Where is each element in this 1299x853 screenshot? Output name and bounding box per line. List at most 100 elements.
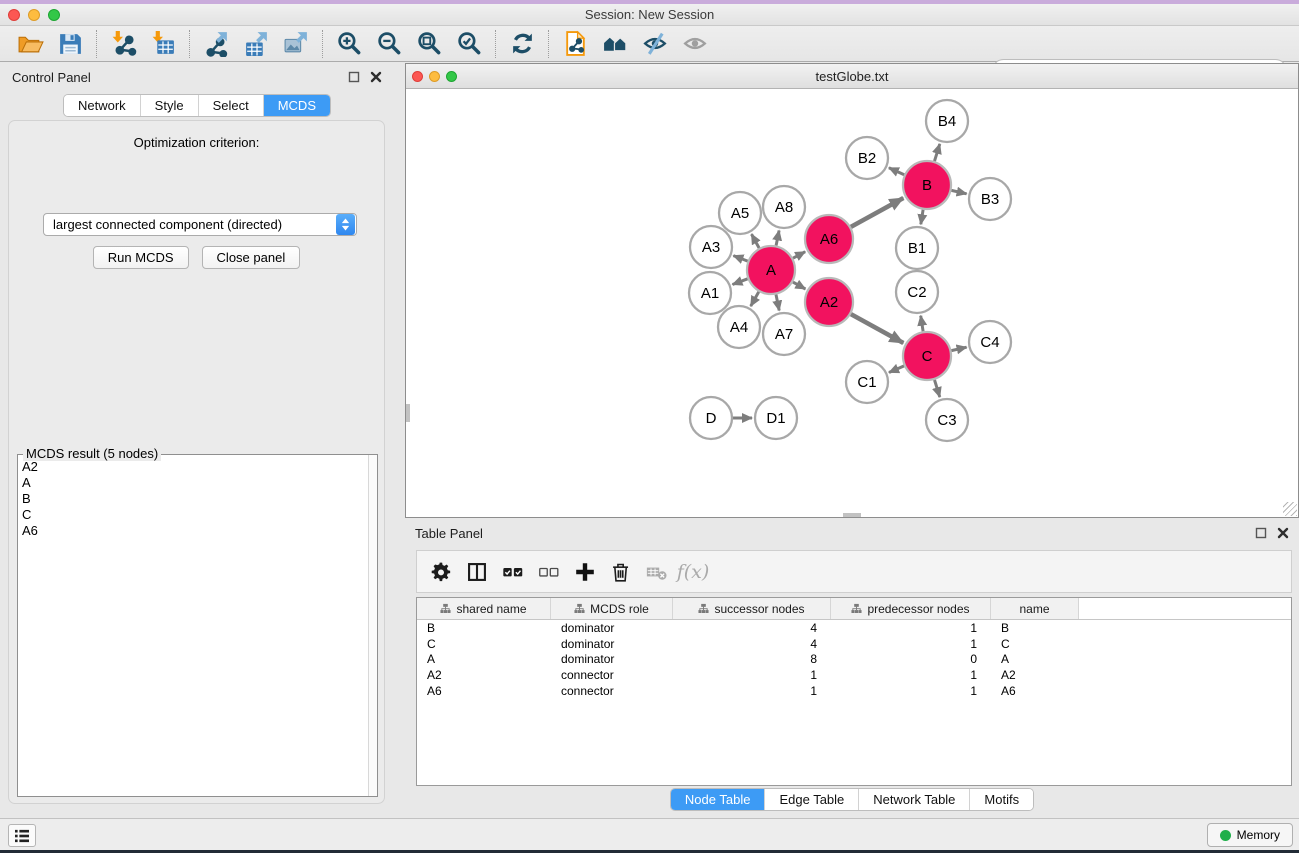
column-header-mcds-role[interactable]: MCDS role xyxy=(551,598,673,619)
task-history-button[interactable] xyxy=(8,824,36,847)
network-resize-grip[interactable] xyxy=(1283,502,1297,516)
zoom-selected-button[interactable] xyxy=(449,28,489,60)
node-B1[interactable]: B1 xyxy=(896,227,938,269)
edge-A-A6[interactable] xyxy=(793,252,805,259)
node-D[interactable]: D xyxy=(690,397,732,439)
export-image-button[interactable] xyxy=(276,28,316,60)
tab-network-table[interactable]: Network Table xyxy=(858,789,969,810)
column-header-name[interactable]: name xyxy=(991,598,1079,619)
close-panel-button[interactable]: Close panel xyxy=(202,246,301,269)
node-A4[interactable]: A4 xyxy=(718,306,760,348)
node-A8[interactable]: A8 xyxy=(763,186,805,228)
column-header-successor-nodes[interactable]: successor nodes xyxy=(673,598,831,619)
add-column-button[interactable] xyxy=(569,556,601,588)
criterion-dropdown[interactable]: largest connected component (directed) xyxy=(43,213,357,236)
network-vscroll-nub[interactable] xyxy=(406,404,410,422)
network-window-titlebar[interactable]: testGlobe.txt xyxy=(406,64,1298,89)
edge-A-A7[interactable] xyxy=(776,295,779,311)
table-row[interactable]: Adominator80A xyxy=(417,652,1291,668)
refresh-layout-button[interactable] xyxy=(502,28,542,60)
delete-table-button[interactable] xyxy=(641,556,673,588)
save-session-button[interactable] xyxy=(50,28,90,60)
edge-B-B2[interactable] xyxy=(889,168,904,175)
table-settings-button[interactable] xyxy=(425,556,457,588)
table-row[interactable]: Bdominator41B xyxy=(417,620,1291,636)
node-A7[interactable]: A7 xyxy=(763,313,805,355)
node-C2[interactable]: C2 xyxy=(896,271,938,313)
mcds-result-item[interactable]: A xyxy=(18,475,367,491)
tab-node-table[interactable]: Node Table xyxy=(671,789,765,810)
edge-B-B4[interactable] xyxy=(935,144,940,161)
node-D1[interactable]: D1 xyxy=(755,397,797,439)
memory-button[interactable]: Memory xyxy=(1207,823,1293,847)
tab-select[interactable]: Select xyxy=(198,95,263,116)
edge-A2-C[interactable] xyxy=(851,314,904,343)
edge-C-C1[interactable] xyxy=(889,366,904,373)
node-C[interactable]: C xyxy=(903,332,951,380)
zoom-out-button[interactable] xyxy=(369,28,409,60)
function-builder-button[interactable]: f(x) xyxy=(677,556,709,588)
node-B4[interactable]: B4 xyxy=(926,100,968,142)
node-B3[interactable]: B3 xyxy=(969,178,1011,220)
column-visibility-button[interactable] xyxy=(461,556,493,588)
tab-network[interactable]: Network xyxy=(64,95,140,116)
edge-A-A4[interactable] xyxy=(751,292,759,306)
edge-A6-B[interactable] xyxy=(851,198,904,227)
edge-B-B1[interactable] xyxy=(921,210,923,225)
edge-A-A2[interactable] xyxy=(793,282,806,289)
run-mcds-button[interactable]: Run MCDS xyxy=(93,246,189,269)
deselect-all-button[interactable] xyxy=(533,556,565,588)
network-canvas[interactable]: B4 B2 B B3 A5A8A6 A3 B1 A A1 C2 A2 A4A7 C4 C C1 C3 D D1 xyxy=(406,89,1298,517)
node-C3[interactable]: C3 xyxy=(926,399,968,441)
import-table-button[interactable] xyxy=(143,28,183,60)
mcds-result-item[interactable]: B xyxy=(18,491,367,507)
hide-selected-button[interactable] xyxy=(635,28,675,60)
float-table-panel-icon[interactable] xyxy=(1255,527,1267,539)
mcds-result-item[interactable]: A2 xyxy=(18,459,367,475)
network-from-selection-button[interactable] xyxy=(555,28,595,60)
table-row[interactable]: A2connector11A2 xyxy=(417,667,1291,683)
mcds-result-scrollbar[interactable] xyxy=(368,455,377,796)
edge-A-A5[interactable] xyxy=(752,234,760,248)
node-A3[interactable]: A3 xyxy=(690,226,732,268)
table-row[interactable]: Cdominator41C xyxy=(417,636,1291,652)
mcds-result-item[interactable]: C xyxy=(18,507,367,523)
edge-A-A8[interactable] xyxy=(776,231,779,246)
delete-column-button[interactable] xyxy=(605,556,637,588)
first-neighbors-button[interactable] xyxy=(595,28,635,60)
zoom-in-button[interactable] xyxy=(329,28,369,60)
open-session-button[interactable] xyxy=(10,28,50,60)
edge-A-A3[interactable] xyxy=(733,256,747,262)
export-table-button[interactable] xyxy=(236,28,276,60)
tab-edge-table[interactable]: Edge Table xyxy=(764,789,858,810)
column-header-shared-name[interactable]: shared name xyxy=(417,598,551,619)
column-header-predecessor-nodes[interactable]: predecessor nodes xyxy=(831,598,991,619)
edge-C-C3[interactable] xyxy=(935,380,940,397)
close-table-panel-icon[interactable] xyxy=(1277,527,1289,539)
select-all-button[interactable] xyxy=(497,556,529,588)
node-A2[interactable]: A2 xyxy=(805,278,853,326)
node-C4[interactable]: C4 xyxy=(969,321,1011,363)
node-A[interactable]: A xyxy=(747,246,795,294)
node-C1[interactable]: C1 xyxy=(846,361,888,403)
tab-style[interactable]: Style xyxy=(140,95,198,116)
node-A6[interactable]: A6 xyxy=(805,215,853,263)
node-B2[interactable]: B2 xyxy=(846,137,888,179)
edge-A-A1[interactable] xyxy=(733,279,748,285)
float-panel-icon[interactable] xyxy=(348,71,360,83)
show-all-button[interactable] xyxy=(675,28,715,60)
close-panel-icon[interactable] xyxy=(370,71,382,83)
edge-B-B3[interactable] xyxy=(951,190,966,193)
node-B[interactable]: B xyxy=(903,161,951,209)
edge-C-C2[interactable] xyxy=(921,316,923,332)
edge-C-C4[interactable] xyxy=(951,347,966,350)
mcds-result-item[interactable]: A6 xyxy=(18,523,367,539)
node-A5[interactable]: A5 xyxy=(719,192,761,234)
node-A1[interactable]: A1 xyxy=(689,272,731,314)
table-row[interactable]: A6connector11A6 xyxy=(417,683,1291,699)
export-network-button[interactable] xyxy=(196,28,236,60)
network-hscroll-nub[interactable] xyxy=(843,513,861,517)
tab-motifs[interactable]: Motifs xyxy=(969,789,1033,810)
zoom-fit-button[interactable] xyxy=(409,28,449,60)
import-network-button[interactable] xyxy=(103,28,143,60)
